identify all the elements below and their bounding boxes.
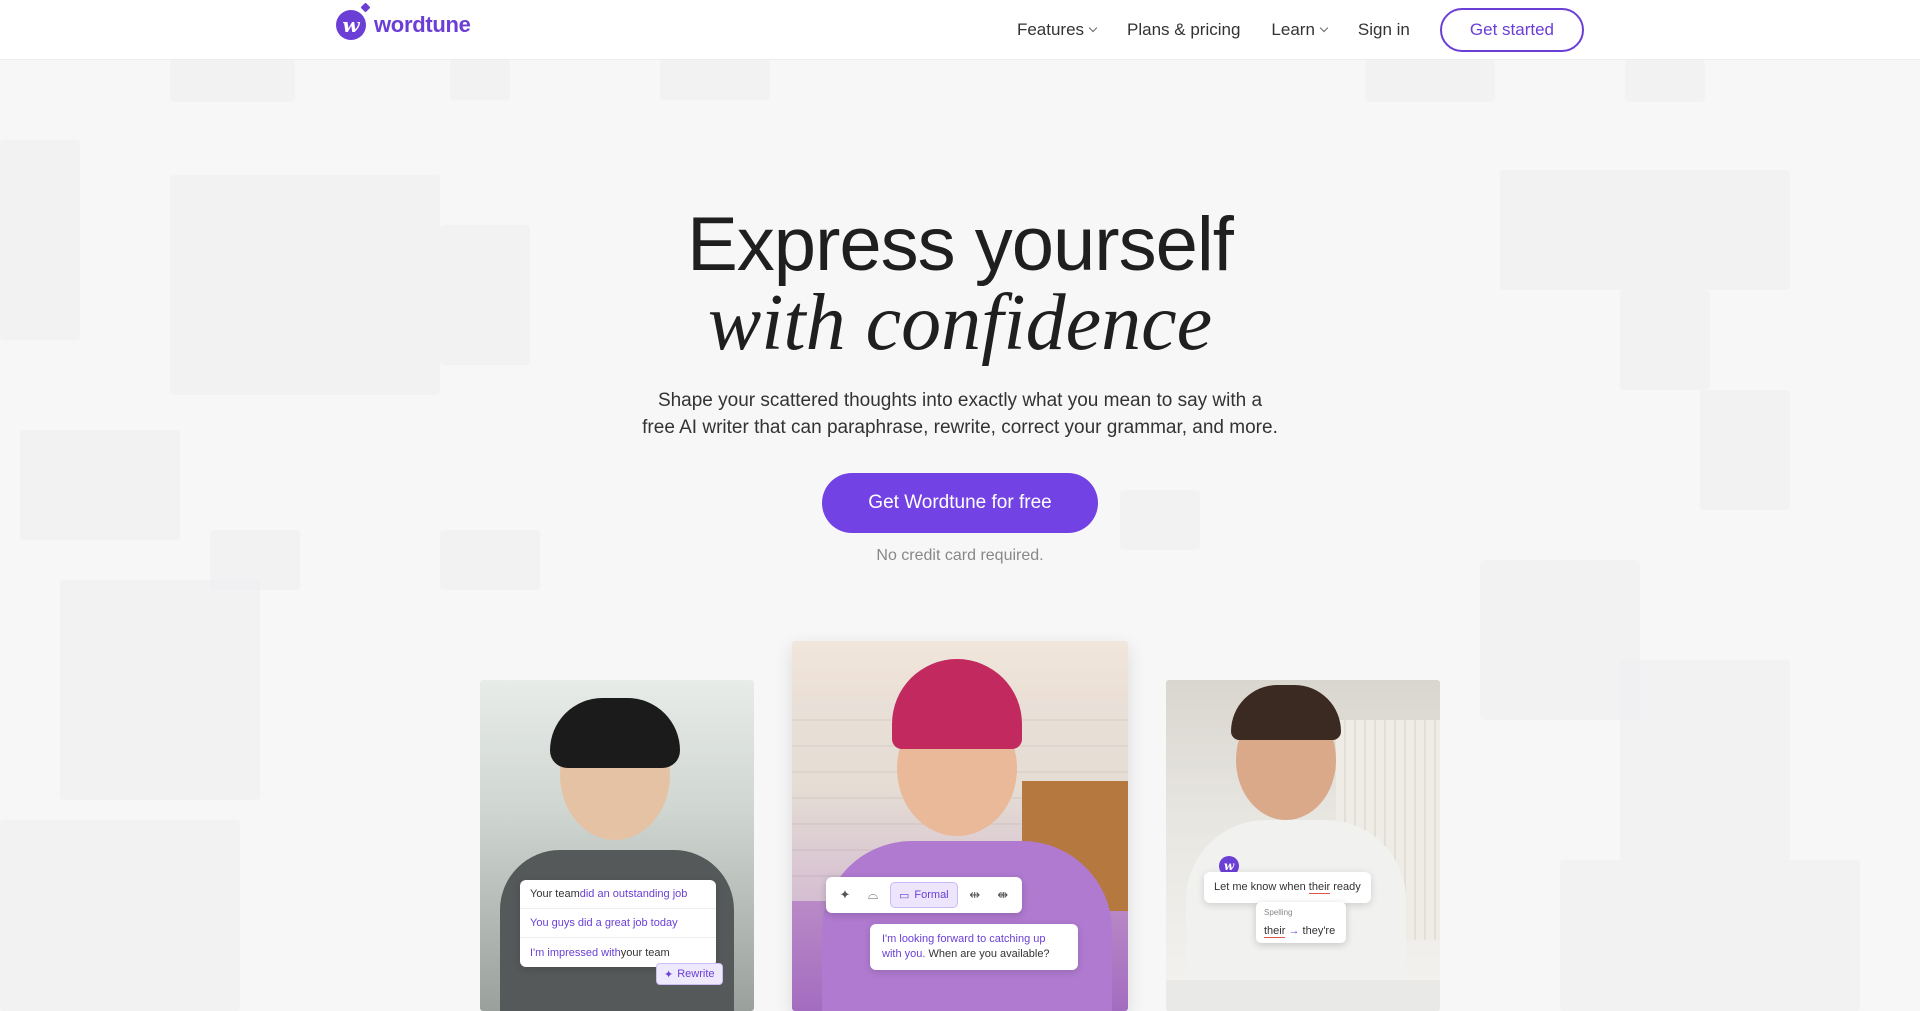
formal-message: I'm looking forward to catching up with … xyxy=(870,924,1078,970)
nav-plans-pricing[interactable]: Plans & pricing xyxy=(1127,20,1240,40)
get-wordtune-free-button[interactable]: Get Wordtune for free xyxy=(822,473,1098,533)
nav-learn-label: Learn xyxy=(1271,20,1315,39)
nav-learn[interactable]: Learn xyxy=(1271,20,1329,40)
feature-card-tone: ✦ ⌓ ▭ Formal ⇹ ⇼ I'm looking forward to … xyxy=(792,641,1128,1011)
spelling-sentence: Let me know when their ready xyxy=(1204,872,1371,903)
sparkle-icon[interactable]: ✦ xyxy=(834,884,856,906)
briefcase-icon: ▭ xyxy=(899,889,910,902)
feature-card-spelling: w Let me know when their ready Spelling … xyxy=(1166,680,1440,1011)
top-navigation-bar: w wordtune Features Plans & pricing Lear… xyxy=(0,0,1920,60)
rewrite-button[interactable]: ✦ Rewrite xyxy=(656,963,723,985)
spelling-suggestion[interactable]: Spelling their → they're xyxy=(1256,902,1346,943)
hero-subtitle-line1: Shape your scattered thoughts into exact… xyxy=(657,390,1263,411)
hero-subtitle: Shape your scattered thoughts into exact… xyxy=(0,387,1920,441)
expand-icon[interactable]: ⇼ xyxy=(992,884,1014,906)
casual-tone-icon[interactable]: ⌓ xyxy=(862,884,884,906)
sign-in-label: Sign in xyxy=(1357,20,1410,39)
main-nav: Features Plans & pricing Learn Sign in G… xyxy=(1017,8,1584,52)
arrow-right-icon: → xyxy=(1288,925,1300,937)
hero-title-line1: Express yourself xyxy=(687,202,1234,287)
chevron-down-icon xyxy=(1319,23,1329,33)
get-started-button[interactable]: Get started xyxy=(1439,8,1584,52)
nav-features-label: Features xyxy=(1016,20,1085,39)
feature-card-rewrite: Your team did an outstanding job You guy… xyxy=(480,680,754,1011)
nav-plans-label: Plans & pricing xyxy=(1127,20,1241,39)
hero-title-line2: with confidence xyxy=(707,279,1213,367)
suggestion-item[interactable]: Your team did an outstanding job xyxy=(520,880,716,909)
rewrite-suggestions-panel: Your team did an outstanding job You guy… xyxy=(520,880,716,967)
suggestion-item[interactable]: You guys did a great job today xyxy=(520,909,716,938)
tone-toolbar: ✦ ⌓ ▭ Formal ⇹ ⇼ xyxy=(826,877,1022,913)
hero-subtitle-line2: free AI writer that can paraphrase, rewr… xyxy=(642,417,1278,438)
formal-tone-button[interactable]: ▭ Formal xyxy=(890,882,958,908)
wordtune-logo-icon: w xyxy=(336,2,371,40)
nav-features[interactable]: Features xyxy=(1016,20,1098,40)
no-credit-card-note: No credit card required. xyxy=(876,547,1044,564)
hero-section: Express yourself with confidence Shape y… xyxy=(0,205,1920,565)
sign-in-link[interactable]: Sign in xyxy=(1358,20,1410,40)
wordtune-logo[interactable]: w wordtune xyxy=(336,2,471,40)
chevron-down-icon xyxy=(1088,23,1098,33)
logo-text: wordtune xyxy=(374,12,471,37)
shorten-icon[interactable]: ⇹ xyxy=(964,884,986,906)
sparkle-icon: ✦ xyxy=(664,968,674,981)
